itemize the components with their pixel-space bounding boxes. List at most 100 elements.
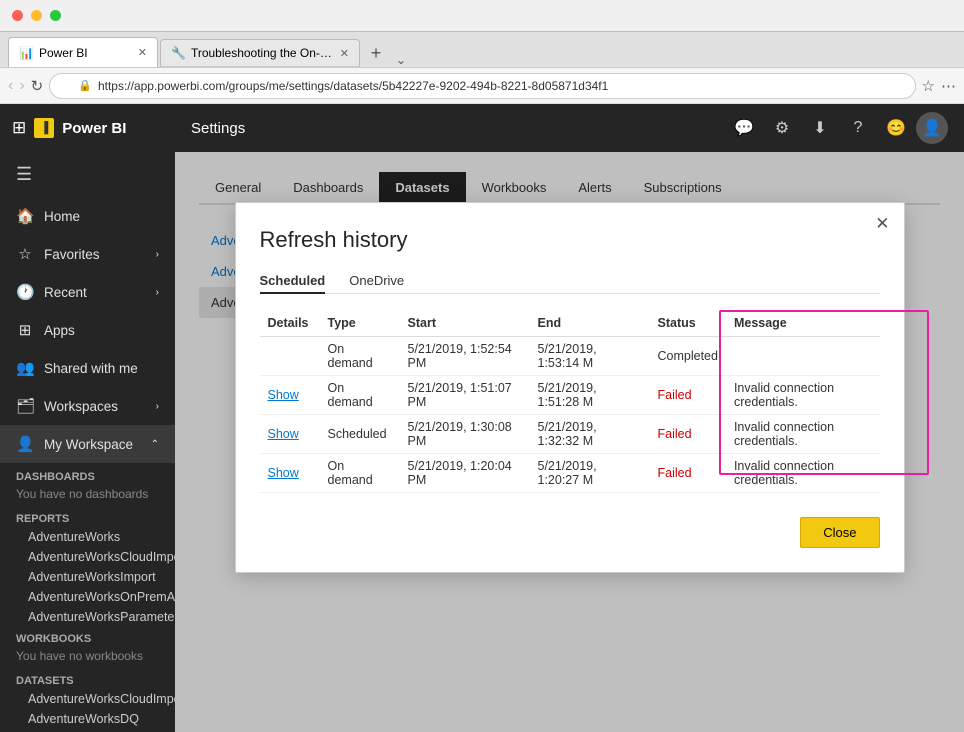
report-item-2[interactable]: AdventureWorksImport bbox=[0, 567, 175, 587]
row2-type: Scheduled bbox=[320, 415, 400, 454]
favorites-icon: ☆ bbox=[16, 245, 34, 263]
row2-details[interactable]: Show bbox=[260, 415, 320, 454]
sidebar-item-apps[interactable]: ⊞ Apps bbox=[0, 311, 175, 349]
row0-details bbox=[260, 337, 320, 376]
bookmark-icon[interactable]: ☆ bbox=[922, 77, 935, 95]
browser-titlebar bbox=[0, 0, 964, 32]
settings-page-title: Settings bbox=[191, 120, 245, 137]
row1-end: 5/21/2019, 1:51:28 M bbox=[530, 376, 650, 415]
row1-details[interactable]: Show bbox=[260, 376, 320, 415]
row0-status: Completed bbox=[650, 337, 726, 376]
feedback-icon[interactable]: 😊 bbox=[878, 110, 914, 146]
reports-section-label: REPORTS bbox=[0, 507, 175, 527]
win-ctrl-close[interactable] bbox=[12, 10, 23, 21]
browser-addressbar: ‹ › ↻ 🔒 https://app.powerbi.com/groups/m… bbox=[0, 68, 964, 104]
modal-close-btn[interactable]: Close bbox=[800, 517, 879, 548]
modal-tab-onedrive[interactable]: OneDrive bbox=[349, 269, 404, 294]
tab1-title: Power BI bbox=[39, 46, 133, 60]
tab2-close[interactable]: ✕ bbox=[340, 47, 349, 60]
address-text: https://app.powerbi.com/groups/me/settin… bbox=[98, 79, 608, 93]
download-icon[interactable]: ⬇ bbox=[802, 110, 838, 146]
modal-title: Refresh history bbox=[260, 227, 880, 253]
modal-overlay: ✕ Refresh history Scheduled OneDrive bbox=[175, 152, 964, 732]
new-tab-button[interactable]: + bbox=[362, 39, 390, 67]
nav-forward-button[interactable]: › bbox=[19, 77, 24, 95]
main-content: General Dashboards Datasets Workbooks Al… bbox=[175, 152, 964, 732]
dashboards-empty: You have no dashboards bbox=[0, 485, 175, 507]
home-label: Home bbox=[44, 209, 80, 224]
table-row-1: Show On demand 5/21/2019, 1:51:07 PM 5/2… bbox=[260, 376, 880, 415]
row0-start: 5/21/2019, 1:52:54 PM bbox=[400, 337, 530, 376]
col-header-message: Message bbox=[726, 310, 880, 337]
win-ctrl-max[interactable] bbox=[50, 10, 61, 21]
apps-label: Apps bbox=[44, 323, 75, 338]
refresh-history-table: Details Type Start End bbox=[260, 310, 880, 493]
table-row-3: Show On demand 5/21/2019, 1:20:04 PM 5/2… bbox=[260, 454, 880, 493]
chat-icon[interactable]: 💬 bbox=[726, 110, 762, 146]
dataset-sidebar-item-0[interactable]: AdventureWorksCloudImport bbox=[0, 689, 175, 709]
dataset-sidebar-item-1[interactable]: AdventureWorksDQ bbox=[0, 709, 175, 729]
row1-status: Failed bbox=[650, 376, 726, 415]
my-workspace-label: My Workspace bbox=[44, 437, 141, 452]
sidebar-item-home[interactable]: 🏠 Home bbox=[0, 197, 175, 235]
tab-overflow[interactable]: ⌄ bbox=[392, 53, 410, 67]
tab1-favicon: 📊 bbox=[19, 46, 34, 60]
sidebar-item-favorites[interactable]: ☆ Favorites › bbox=[0, 235, 175, 273]
row1-type: On demand bbox=[320, 376, 400, 415]
workspaces-icon: 🗂 bbox=[16, 397, 34, 415]
row2-status: Failed bbox=[650, 415, 726, 454]
modal-tabs: Scheduled OneDrive bbox=[260, 269, 880, 294]
sidebar-item-recent[interactable]: 🕐 Recent › bbox=[0, 273, 175, 311]
sidebar-item-shared[interactable]: 👥 Shared with me bbox=[0, 349, 175, 387]
favorites-label: Favorites bbox=[44, 247, 146, 262]
home-icon: 🏠 bbox=[16, 207, 34, 225]
sidebar-item-my-workspace[interactable]: 👤 My Workspace ⌃ bbox=[0, 425, 175, 463]
workspaces-chevron: › bbox=[156, 401, 159, 412]
browser-tab-1[interactable]: 📊 Power BI ✕ bbox=[8, 37, 158, 67]
tab1-close[interactable]: ✕ bbox=[138, 46, 147, 59]
win-ctrl-min[interactable] bbox=[31, 10, 42, 21]
col-header-status: Status bbox=[650, 310, 726, 337]
more-icon[interactable]: ⋯ bbox=[941, 77, 956, 95]
dashboards-section-label: DASHBOARDS bbox=[0, 463, 175, 485]
tab2-favicon: 🔧 bbox=[171, 46, 186, 60]
workspaces-label: Workspaces bbox=[44, 399, 146, 414]
col-header-end: End bbox=[530, 310, 650, 337]
modal-close-button[interactable]: ✕ bbox=[875, 215, 889, 232]
row3-status: Failed bbox=[650, 454, 726, 493]
nav-back-button[interactable]: ‹ bbox=[8, 77, 13, 95]
help-icon[interactable]: ? bbox=[840, 110, 876, 146]
my-workspace-icon: 👤 bbox=[16, 435, 34, 453]
sidebar-item-workspaces[interactable]: 🗂 Workspaces › bbox=[0, 387, 175, 425]
settings-icon[interactable]: ⚙ bbox=[764, 110, 800, 146]
row1-message: Invalid connection credentials. bbox=[726, 376, 880, 415]
row1-start: 5/21/2019, 1:51:07 PM bbox=[400, 376, 530, 415]
topbar: ⊞ ▐ Power BI Settings 💬 ⚙ ⬇ ? 😊 👤 bbox=[0, 104, 964, 152]
user-avatar[interactable]: 👤 bbox=[916, 112, 948, 144]
col-header-start: Start bbox=[400, 310, 530, 337]
report-item-4[interactable]: AdventureWorksParameterize... bbox=[0, 607, 175, 627]
nav-refresh-button[interactable]: ↻ bbox=[31, 77, 44, 95]
report-item-3[interactable]: AdventureWorksOnPremAndC... bbox=[0, 587, 175, 607]
workbooks-section-label: WORKBOOKS bbox=[0, 627, 175, 647]
apps-icon: ⊞ bbox=[16, 321, 34, 339]
report-item-0[interactable]: AdventureWorks bbox=[0, 527, 175, 547]
row3-details[interactable]: Show bbox=[260, 454, 320, 493]
recent-chevron: › bbox=[156, 287, 159, 298]
grid-apps-icon[interactable]: ⊞ bbox=[12, 118, 26, 138]
row3-end: 5/21/2019, 1:20:27 M bbox=[530, 454, 650, 493]
shared-label: Shared with me bbox=[44, 361, 138, 376]
browser-tab-2[interactable]: 🔧 Troubleshooting the On-pre ✕ bbox=[160, 39, 360, 67]
row3-message: Invalid connection credentials. bbox=[726, 454, 880, 493]
row2-message: Invalid connection credentials. bbox=[726, 415, 880, 454]
row0-type: On demand bbox=[320, 337, 400, 376]
modal-tab-scheduled[interactable]: Scheduled bbox=[260, 269, 326, 294]
report-item-1[interactable]: AdventureWorksCloudImport bbox=[0, 547, 175, 567]
recent-icon: 🕐 bbox=[16, 283, 34, 301]
address-bar[interactable]: 🔒 https://app.powerbi.com/groups/me/sett… bbox=[49, 73, 915, 99]
col-header-details: Details bbox=[260, 310, 320, 337]
sidebar-menu-icon[interactable]: ☰ bbox=[0, 152, 175, 197]
table-row-0: On demand 5/21/2019, 1:52:54 PM 5/21/201… bbox=[260, 337, 880, 376]
datasets-section-label: DATASETS bbox=[0, 669, 175, 689]
my-workspace-chevron: ⌃ bbox=[151, 439, 159, 450]
